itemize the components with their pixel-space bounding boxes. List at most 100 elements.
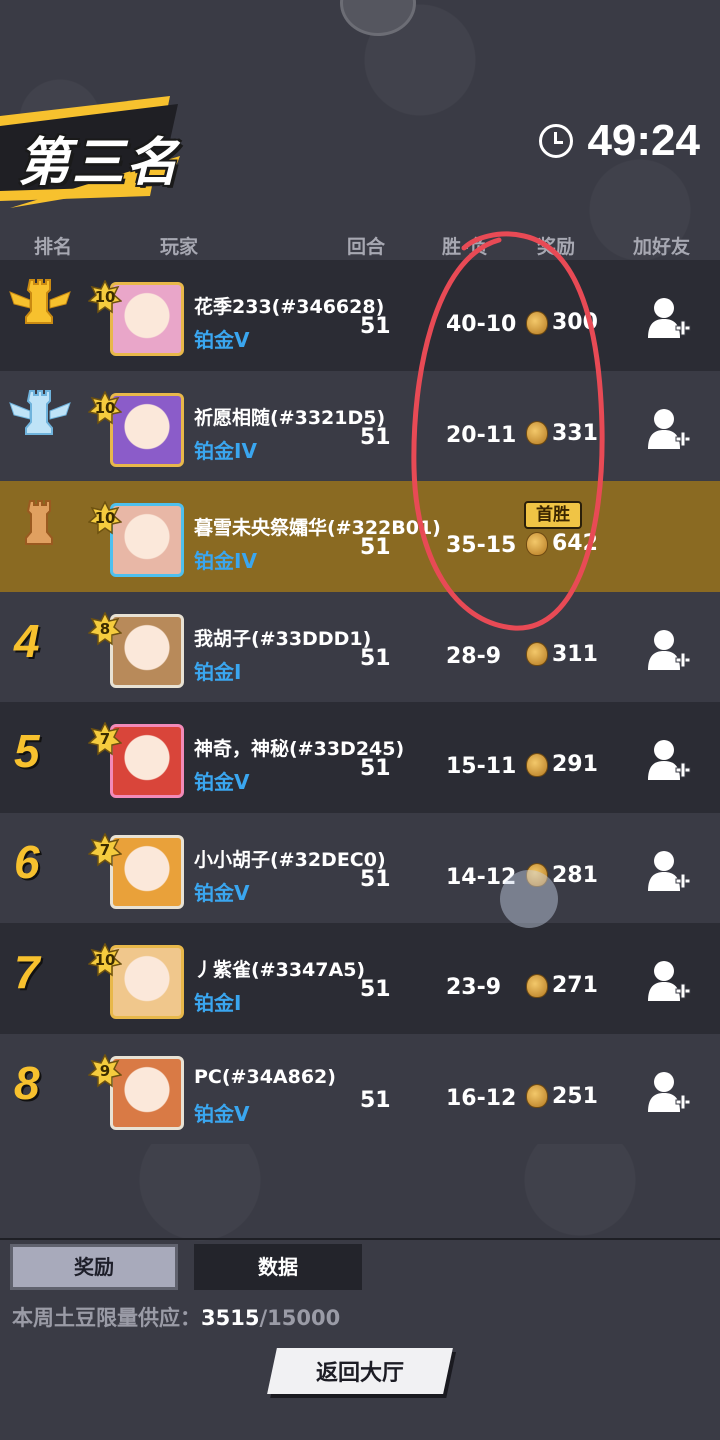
leaderboard-list: 10 花季233(#346628) 铂金V 51 40-10 300 10 祈愿相随(… [0,260,720,1144]
reward: 311 [526,642,598,667]
level-value: 9 [99,1061,111,1080]
player-tier: 铂金IV [194,438,257,463]
leaderboard-row: 4 8 我胡子(#33DDD1) 铂金I 51 28-9 311 [0,591,720,702]
reward: 300 [526,310,598,335]
floating-assistant-avatar[interactable] [500,870,558,928]
supply-current: 3515 [201,1306,260,1330]
player-tier: 铂金I [194,991,242,1015]
potato-coin-icon [526,642,548,666]
reward: 642 [526,531,598,556]
potato-coin-icon [526,531,548,556]
reward-value: 300 [552,310,598,335]
win-loss-value: 16-12 [446,1085,517,1111]
supply-total: /15000 [259,1306,341,1330]
bottom-tabs: 奖励 数据 [0,1238,720,1294]
win-loss-value: 28-9 [446,643,502,669]
back-to-lobby-label: 返回大厅 [315,1361,404,1386]
win-loss-value: 35-15 [446,533,517,558]
header-player: 玩家 [160,236,199,258]
potato-coin-icon [526,421,548,445]
bronze-chess-rook-icon [25,500,53,545]
tab-rewards[interactable]: 奖励 [10,1244,178,1290]
reward-value: 251 [552,1083,598,1109]
silver-chess-rook-icon [9,389,71,435]
add-friend-icon[interactable] [644,294,692,342]
reward: 251 [526,1084,598,1109]
rounds-value: 51 [360,977,391,1002]
potato-coin-icon [526,752,548,777]
level-badge: 10 [88,280,122,314]
player-tier: 铂金V [194,328,250,352]
reward-value: 291 [552,752,598,777]
leaderboard-row: 6 7 小小胡子(#32DEC0) 铂金V 51 14-12 281 [0,812,720,923]
player-tier: 铂金V [194,1101,250,1126]
level-badge: 7 [88,722,122,756]
rank-title: 第三名 [18,133,181,193]
level-value: 10 [94,398,116,417]
level-badge: 7 [88,832,122,867]
add-friend-icon[interactable] [644,847,692,895]
level-value: 7 [99,840,111,859]
add-friend-icon[interactable] [644,626,692,674]
player-tier: 铂金V [194,880,250,905]
header-reward: 奖励 [537,236,576,258]
header-add-friend: 加好友 [633,236,691,258]
level-value: 10 [94,509,116,527]
rank-number: 8 [14,1056,40,1109]
reward: 271 [526,973,598,998]
player-name: 祈愿相随(#3321D5) [194,406,386,429]
rounds-value: 51 [360,1087,391,1113]
player-name: 我胡子(#33DDD1) [194,627,372,650]
reward-value: 642 [552,531,598,556]
countdown-timer: 49:24 [539,116,700,166]
leaderboard-row: 7 10 丿紫雀(#3347A5) 铂金I 51 23-9 271 [0,923,720,1034]
reward-value: 281 [552,862,598,888]
reward-value: 331 [552,420,598,446]
player-name: 花季233(#346628) [194,296,385,318]
add-friend-icon[interactable] [644,1068,692,1116]
reward-value: 311 [552,641,598,667]
player-tier: 铂金IV [194,549,257,573]
rounds-value: 51 [360,535,391,560]
header-win-loss: 胜-负 [442,236,488,258]
level-value: 10 [94,288,116,306]
level-badge: 10 [88,390,122,425]
add-friend-icon[interactable] [644,957,692,1005]
rounds-value: 51 [360,424,391,450]
rank-number: 7 [14,946,40,998]
first-win-badge: 首胜 [524,501,582,529]
leaderboard-row: 10 花季233(#346628) 铂金V 51 40-10 300 [0,260,720,371]
level-badge: 8 [88,611,122,646]
level-value: 8 [99,619,111,638]
rank-number: 6 [14,835,40,888]
player-name: 丿紫雀(#3347A5) [194,959,366,981]
level-badge: 10 [88,501,122,535]
player-name: 暮雪未央祭孀华(#322B01) [194,517,441,539]
potato-coin-icon [526,1084,548,1108]
leaderboard-row: 10 祈愿相随(#3321D5) 铂金IV 51 20-11 331 [0,370,720,481]
clock-icon [539,124,574,158]
rounds-value: 51 [360,314,391,339]
win-loss-value: 40-10 [446,312,517,337]
reward-value: 271 [552,973,598,998]
header-rounds: 回合 [347,236,386,258]
rank-number: 4 [14,614,40,667]
back-to-lobby-button[interactable]: 返回大厅 [267,1348,453,1394]
tab-stats[interactable]: 数据 [194,1244,362,1290]
leaderboard-row: 10 暮雪未央祭孀华(#322B01) 铂金IV 51 35-15 642 首胜 [0,481,720,592]
add-friend-icon[interactable] [644,405,692,453]
win-loss-value: 15-11 [446,754,517,779]
potato-coin-icon [526,973,548,998]
player-name: 小小胡子(#32DEC0) [194,848,386,871]
potato-coin-icon [526,310,548,335]
rounds-value: 51 [360,866,391,892]
level-value: 10 [94,951,116,969]
level-badge: 9 [88,1053,122,1088]
leaderboard-row: 8 9 PC(#34A862) 铂金V 51 16-12 251 [0,1033,720,1144]
add-friend-icon[interactable] [644,736,692,784]
column-headers: 排名 玩家 回合 胜-负 奖励 加好友 [0,230,720,260]
level-value: 7 [99,730,111,748]
gold-chess-rook-icon [9,279,71,324]
leaderboard-row: 5 7 神奇，神秘(#33D245) 铂金V 51 15-11 291 [0,702,720,813]
weekly-supply: 本周土豆限量供应：3515/15000 [12,1302,340,1332]
